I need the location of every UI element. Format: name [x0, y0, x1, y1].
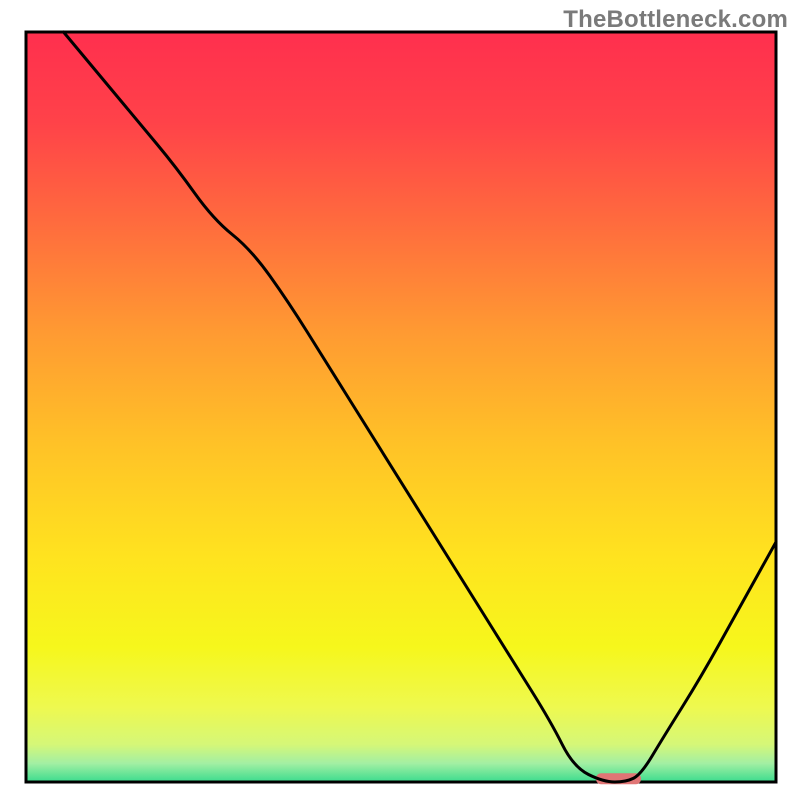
watermark-label: TheBottleneck.com [563, 6, 788, 34]
plot-background [26, 32, 776, 782]
bottleneck-curve-chart [0, 0, 800, 800]
chart-container: TheBottleneck.com [0, 0, 800, 800]
